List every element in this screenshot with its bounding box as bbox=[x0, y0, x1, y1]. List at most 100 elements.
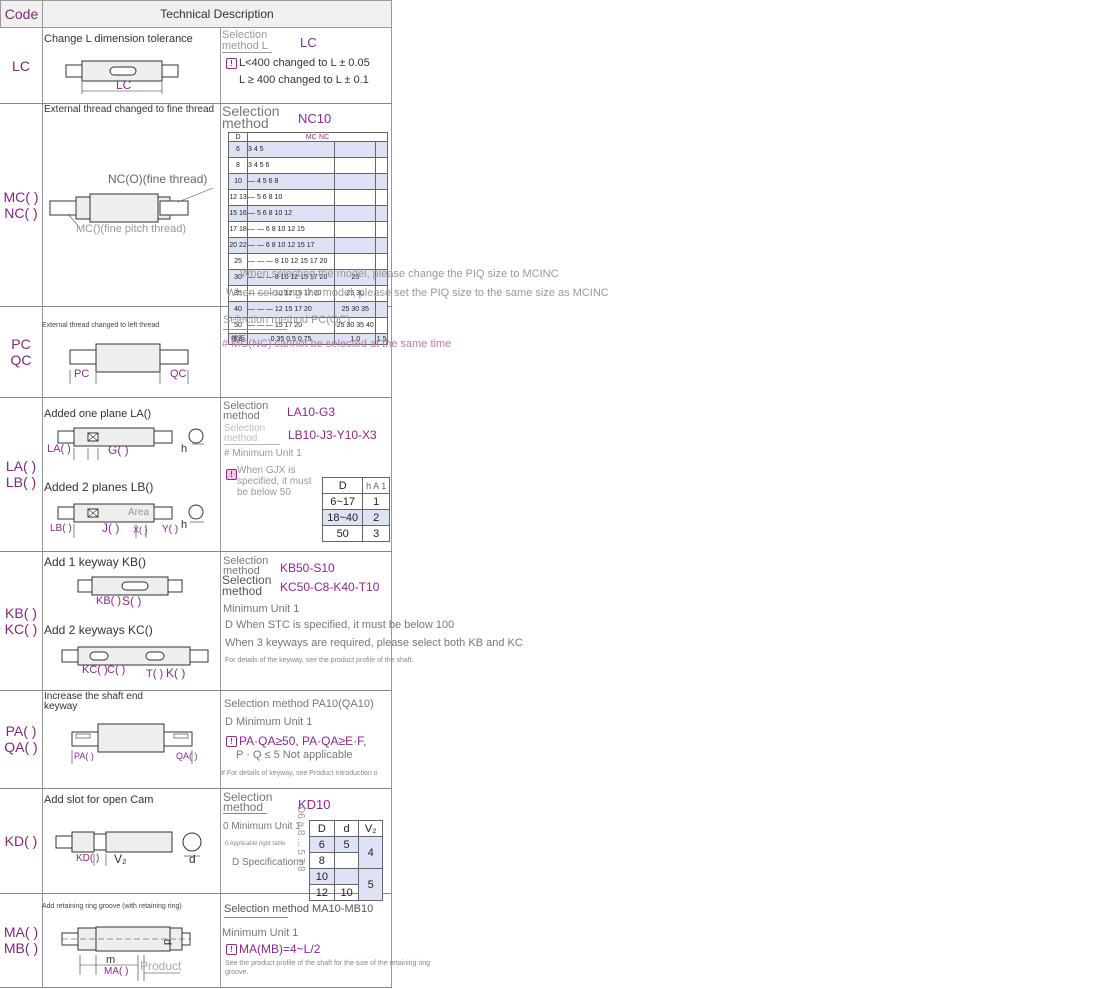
pa-small: # For details of keyway, see Product Int… bbox=[221, 770, 378, 777]
kd-fig-label: KD( ) bbox=[76, 853, 100, 864]
la-title2: Added 2 planes LB() bbox=[44, 480, 154, 494]
la-min-unit: # Minimum Unit 1 bbox=[224, 448, 302, 459]
pc-note: # MC(NC) cannot be selected at the same … bbox=[222, 338, 452, 350]
lc-sel-value: LC bbox=[300, 35, 317, 50]
lc-fig-label: LC bbox=[116, 78, 132, 92]
code-kb-kc: KB( ) KC( ) bbox=[4, 604, 38, 637]
la-figure bbox=[57, 427, 204, 460]
kb-sel2-label: Selection method bbox=[222, 573, 272, 598]
kb-small: For details of the keyway, see the produ… bbox=[225, 657, 414, 664]
j-fig-label: J( ) bbox=[102, 521, 120, 535]
h-fig-label: h bbox=[181, 443, 188, 455]
mc-sel-value: NC10 bbox=[298, 111, 332, 126]
lc-title: Change L dimension tolerance bbox=[44, 33, 193, 45]
t-fig-label: T( ) bbox=[146, 668, 164, 680]
code-pc-qc: PC QC bbox=[10, 335, 32, 368]
x-fig-label: X( ) bbox=[133, 525, 148, 535]
kd-min-unit: 0 Minimum Unit 1 bbox=[223, 821, 301, 832]
y-fig-label: Y( ) bbox=[162, 524, 179, 535]
warning-icon: ! bbox=[226, 736, 237, 748]
k-fig-label: K( ) bbox=[166, 666, 186, 680]
code-mc-nc: MC( ) NC( ) bbox=[3, 188, 39, 221]
qc-fig-label: QC bbox=[170, 368, 187, 380]
kb-note-2: D When STC is specified, it must be belo… bbox=[225, 619, 455, 631]
m-fig-label: m bbox=[106, 954, 116, 966]
underline bbox=[223, 329, 287, 330]
kd-title: Add slot for open Cam bbox=[44, 794, 154, 806]
code-pa-qa: PA( ) QA( ) bbox=[4, 723, 38, 755]
product-fig-label: Product bbox=[140, 959, 182, 973]
row-divider bbox=[0, 987, 392, 988]
ma-fig-label: MA( ) bbox=[104, 966, 129, 977]
code-lc: LC bbox=[12, 57, 30, 74]
ma-small: See the product profile of the shaft for… bbox=[225, 960, 431, 976]
row-divider bbox=[0, 397, 392, 398]
la-h-table: Dh A 1 6~17 1 18~40 2 50 3 bbox=[321, 477, 390, 542]
kb-note-1: Minimum Unit 1 bbox=[223, 603, 300, 615]
warning-icon: ! bbox=[226, 944, 237, 956]
divider bbox=[391, 0, 392, 988]
kb-note-3: When 3 keyways are required, please sele… bbox=[225, 637, 523, 649]
v2-fig-label: V₂ bbox=[114, 852, 127, 866]
kb-fig-label: KB( ) bbox=[96, 595, 122, 607]
code-ma-mb: MA( ) MB( ) bbox=[3, 924, 39, 956]
kb-sel1-value: KB50-S10 bbox=[280, 561, 335, 575]
la-sel2-value: LB10-J3-Y10-X3 bbox=[288, 428, 377, 442]
divider bbox=[220, 28, 221, 988]
ma-warn: ! MA(MB)=4~L/2 bbox=[226, 942, 320, 956]
ma-sel: Selection method MA10-MB10 bbox=[224, 903, 374, 915]
lc-note-2: L ≥ 400 changed to L ± 0.1 bbox=[239, 74, 369, 86]
underline bbox=[224, 917, 288, 918]
kd-applicable: 0 Applicable right table bbox=[225, 841, 286, 847]
pa-fig-label: PA( ) bbox=[74, 751, 94, 761]
la-fig-label: LA( ) bbox=[47, 443, 71, 455]
lb-fig-label: LB( ) bbox=[50, 523, 72, 534]
mc-note-1: When selecting the model, please change … bbox=[240, 268, 559, 280]
kc-fig-label: KC( ) bbox=[82, 664, 108, 676]
kb-sel2-value: KC50-C8-K40-T10 bbox=[280, 580, 380, 594]
underline bbox=[223, 813, 267, 814]
pa-title: Increase the shaft end keyway bbox=[44, 691, 143, 712]
code-header: Code bbox=[0, 0, 43, 28]
pa-warn: ! PA·QA≥50, PA·QA≥E·F, bbox=[226, 734, 366, 748]
qa-fig-label: QA( ) bbox=[176, 751, 198, 761]
h2-fig-label: h bbox=[181, 519, 188, 531]
warning-icon: ! bbox=[226, 57, 237, 69]
mc-fig-label-top: NC(O)(fine thread) bbox=[108, 172, 208, 186]
d-fig-label: d bbox=[189, 852, 196, 866]
mc-fig-label-bottom: MC()(fine pitch thread) bbox=[76, 223, 187, 235]
divider bbox=[42, 28, 43, 988]
s-fig-label: S( ) bbox=[122, 594, 142, 608]
row-divider bbox=[0, 551, 392, 552]
underline bbox=[222, 52, 272, 53]
la-sel1-value: LA10-G3 bbox=[287, 405, 336, 419]
ma-min-unit: Minimum Unit 1 bbox=[222, 927, 299, 939]
ma-title: Add retaining ring groove (with retainin… bbox=[42, 903, 182, 910]
g-fig-label: G( ) bbox=[108, 443, 129, 457]
row-divider bbox=[0, 788, 392, 789]
la-sel2-label: Selection method bbox=[224, 423, 266, 444]
code-la-lb: LA( ) LB( ) bbox=[5, 458, 37, 490]
d2-fig-label: d bbox=[161, 938, 174, 946]
kb-title2: Add 2 keyways KC() bbox=[44, 623, 153, 637]
kd-side-text: D6 a 8 ... 5 7 8 bbox=[295, 806, 306, 872]
code-kd: KD( ) bbox=[4, 832, 38, 849]
underline bbox=[224, 444, 280, 445]
pa-sel: Selection method PA10(QA10) bbox=[224, 698, 374, 710]
pc-sel: Selection method PC(QC) bbox=[223, 314, 351, 326]
kd-table: Dd V₂ 654 8 10 5 12 10 bbox=[309, 820, 383, 901]
mc-note-2: When selecting the model, please set the… bbox=[226, 287, 609, 299]
c-fig-label: C( ) bbox=[107, 664, 126, 676]
pa-not-applicable: P · Q ≤ 5 Not applicable bbox=[236, 749, 353, 761]
mc-sel-label: Selection method bbox=[222, 103, 280, 131]
pa-min-unit: D Minimum Unit 1 bbox=[225, 716, 313, 728]
la-warn: When GJX is specified, it must be below … bbox=[237, 465, 312, 498]
la-title1: Added one plane LA() bbox=[44, 408, 152, 420]
desc-header: Technical Description bbox=[42, 0, 392, 28]
mc-title: External thread changed to fine thread bbox=[44, 104, 215, 115]
kd-sel-label: Selection method bbox=[223, 790, 273, 814]
pc-fig-label: PC bbox=[74, 368, 90, 380]
la-sel1-label: Selection method bbox=[223, 400, 269, 422]
area-fig-label: Area bbox=[128, 507, 150, 518]
lc-sel-label: Selection method L bbox=[222, 29, 268, 52]
